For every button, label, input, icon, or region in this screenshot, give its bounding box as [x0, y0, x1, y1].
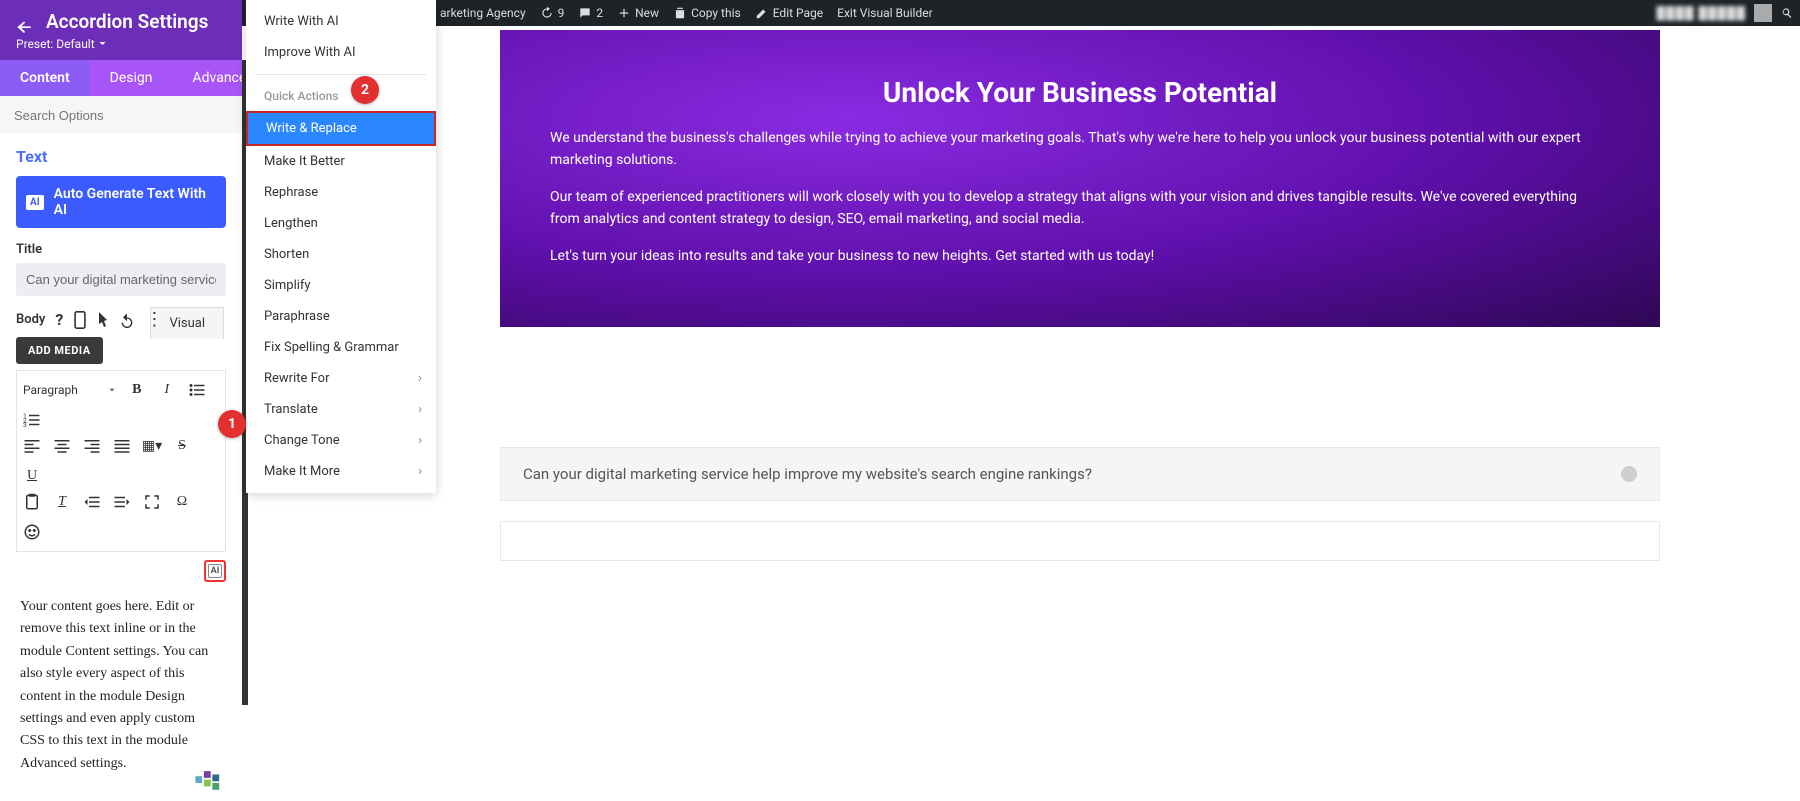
new-menu[interactable]: New [617, 6, 659, 20]
accordion-preview: Can your digital marketing service help … [500, 447, 1660, 561]
paste-icon[interactable] [23, 493, 41, 511]
ai-paraphrase[interactable]: Paraphrase [246, 301, 436, 332]
copy-icon [673, 6, 687, 20]
ai-quick-actions-header: Quick Actions [246, 81, 436, 111]
svg-text:3: 3 [23, 421, 27, 429]
exit-visual-builder[interactable]: Exit Visual Builder [837, 6, 933, 20]
bold-button[interactable]: B [128, 381, 146, 399]
body-label: Body [16, 312, 45, 327]
page-preview: Unlock Your Business Potential We unders… [340, 26, 1800, 705]
ai-write-replace[interactable]: Write & Replace [246, 111, 436, 146]
chevron-down-icon [108, 386, 116, 394]
auto-generate-ai-button[interactable]: AI Auto Generate Text With AI [16, 176, 226, 228]
ai-badge-icon: AI [26, 195, 44, 210]
panel-header: Accordion Settings Preset: Default [0, 0, 242, 60]
ai-simplify[interactable]: Simplify [246, 270, 436, 301]
table-icon[interactable]: ▦▾ [143, 437, 161, 455]
ai-write-with-ai[interactable]: Write With AI [246, 6, 436, 37]
callout-1: 1 [218, 410, 246, 438]
panel-tabs: Content Design Advanced [0, 60, 242, 96]
ai-make-better[interactable]: Make It Better [246, 146, 436, 177]
edit-page[interactable]: Edit Page [755, 6, 823, 20]
ai-shorten[interactable]: Shorten [246, 239, 436, 270]
accordion-toggle-icon [1621, 466, 1637, 482]
comments-indicator[interactable]: 2 [578, 6, 603, 20]
cursor-icon[interactable] [97, 312, 109, 328]
accordion-item-2[interactable] [500, 521, 1660, 561]
comment-icon [578, 6, 592, 20]
help-icon[interactable]: ? [55, 310, 63, 329]
align-left-icon[interactable] [23, 437, 41, 455]
add-media-button[interactable]: ADD MEDIA [16, 337, 103, 364]
chevron-down-icon [98, 39, 107, 48]
section-heading-text[interactable]: Text [16, 147, 226, 166]
search-input[interactable] [14, 108, 228, 123]
ai-icon: AI [208, 564, 223, 578]
title-input[interactable] [16, 263, 226, 296]
bullet-list-icon[interactable] [188, 381, 206, 399]
fullscreen-icon[interactable] [143, 493, 161, 511]
paragraph-selector[interactable]: Paragraph [23, 383, 116, 397]
tab-design[interactable]: Design [90, 60, 173, 96]
align-center-icon[interactable] [53, 437, 71, 455]
search-options[interactable] [0, 96, 242, 133]
settings-panel: Accordion Settings Preset: Default Conte… [0, 0, 242, 705]
ai-translate[interactable]: Translate [246, 394, 436, 425]
more-icon[interactable]: ⋮ [145, 315, 163, 325]
hero-p1: We understand the business's challenges … [550, 127, 1610, 172]
undo-icon[interactable] [119, 312, 135, 328]
editor-toolbar: Paragraph B I 123 ▦▾ S U T [16, 370, 226, 552]
align-justify-icon[interactable] [113, 437, 131, 455]
mobile-icon[interactable] [73, 311, 87, 329]
callout-2: 2 [351, 76, 379, 104]
back-arrow-icon[interactable] [14, 18, 34, 38]
strikethrough-button[interactable]: S [173, 437, 191, 455]
preset-selector[interactable]: Preset: Default [16, 37, 226, 51]
tab-content[interactable]: Content [0, 60, 90, 96]
pencil-icon [755, 6, 769, 20]
site-name[interactable]: arketing Agency [440, 6, 526, 20]
underline-button[interactable]: U [23, 467, 41, 485]
ai-rewrite-for[interactable]: Rewrite For [246, 363, 436, 394]
editor-content[interactable]: Your content goes here. Edit or remove t… [16, 582, 226, 789]
hero-p2: Our team of experienced practitioners wi… [550, 186, 1610, 231]
plus-icon [617, 6, 631, 20]
indent-icon[interactable] [113, 493, 131, 511]
decoration-shapes-icon [192, 771, 226, 795]
hero-title: Unlock Your Business Potential [550, 76, 1610, 109]
outdent-icon[interactable] [83, 493, 101, 511]
italic-button[interactable]: I [158, 381, 176, 399]
ai-rephrase[interactable]: Rephrase [246, 177, 436, 208]
user-greeting[interactable]: ████ █████ [1657, 6, 1747, 20]
accordion-item-1[interactable]: Can your digital marketing service help … [500, 447, 1660, 501]
ai-change-tone[interactable]: Change Tone [246, 425, 436, 456]
hero-p3: Let's turn your ideas into results and t… [550, 245, 1610, 267]
ai-dropdown-menu: Write With AI Improve With AI Quick Acti… [246, 0, 436, 493]
title-label: Title [16, 242, 226, 257]
ai-lengthen[interactable]: Lengthen [246, 208, 436, 239]
ai-fix-grammar[interactable]: Fix Spelling & Grammar [246, 332, 436, 363]
search-icon[interactable] [1780, 6, 1794, 20]
ai-toggle-button[interactable]: AI [204, 560, 226, 582]
ai-improve-with-ai[interactable]: Improve With AI [246, 37, 436, 68]
ai-make-more[interactable]: Make It More [246, 456, 436, 487]
special-char-icon[interactable]: Ω [173, 493, 191, 511]
copy-this[interactable]: Copy this [673, 6, 741, 20]
number-list-icon[interactable]: 123 [23, 411, 41, 429]
avatar[interactable] [1754, 4, 1772, 22]
panel-title: Accordion Settings [46, 10, 226, 33]
align-right-icon[interactable] [83, 437, 101, 455]
clear-format-icon[interactable]: T [53, 493, 71, 511]
updates-indicator[interactable]: 9 [540, 6, 565, 20]
hero-section: Unlock Your Business Potential We unders… [500, 30, 1660, 327]
emoji-icon[interactable] [23, 523, 41, 541]
refresh-icon [540, 6, 554, 20]
